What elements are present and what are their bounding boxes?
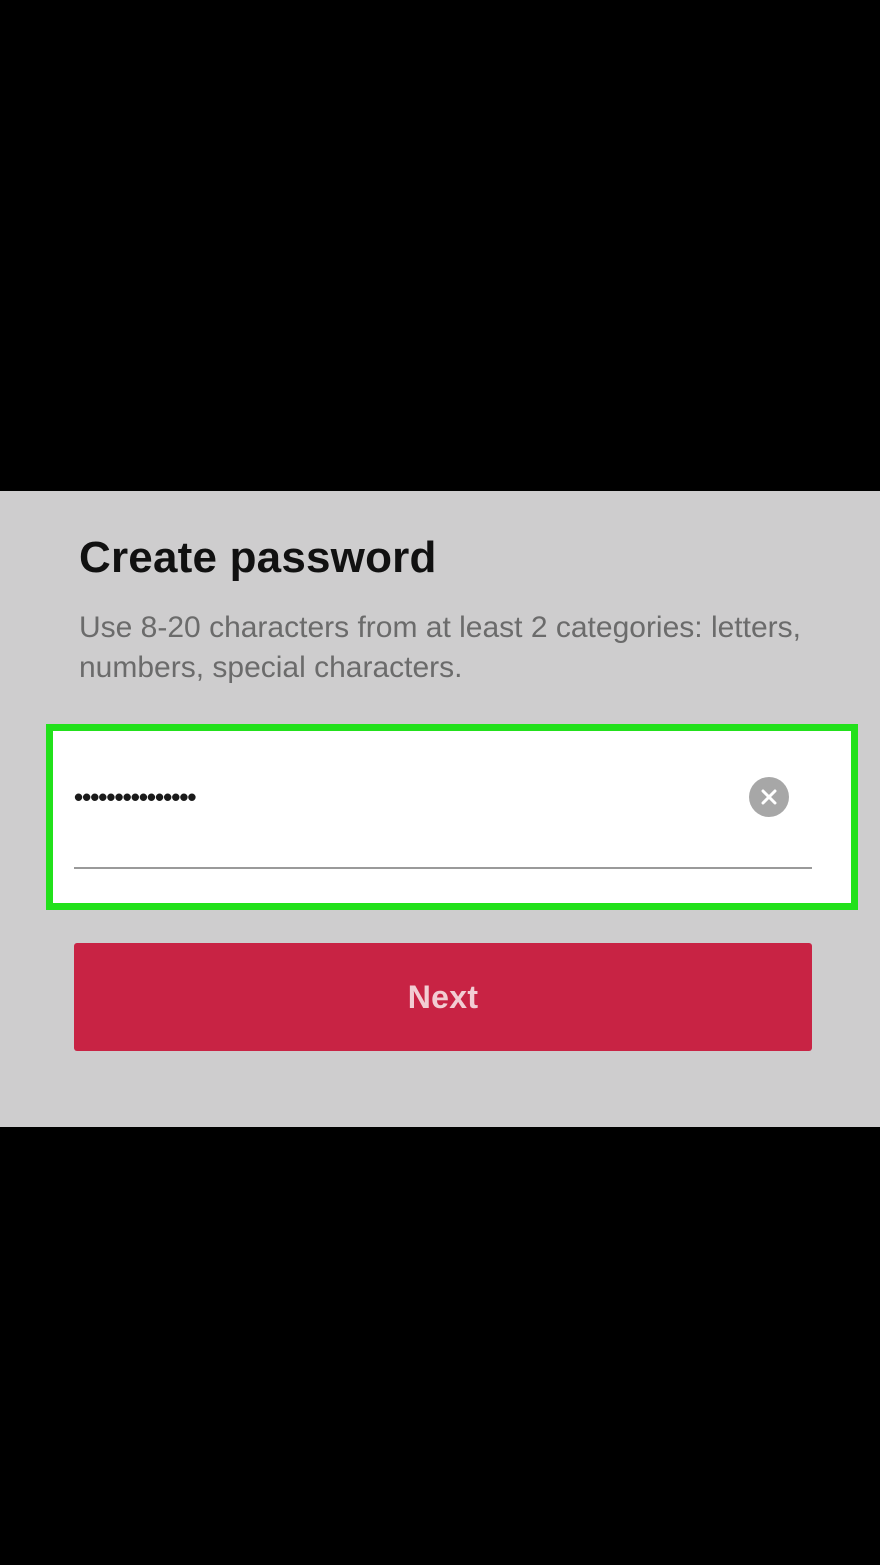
password-requirements-text: Use 8-20 characters from at least 2 cate… — [79, 611, 801, 684]
password-input[interactable]: ••••••••••••••• — [74, 775, 197, 819]
page-title: Create password — [79, 533, 437, 582]
close-circle-icon — [761, 789, 777, 805]
clear-password-button[interactable] — [749, 777, 789, 817]
next-button-label: Next — [407, 978, 479, 1015]
next-button[interactable]: Next — [74, 943, 812, 1051]
password-field-underline — [74, 867, 812, 869]
